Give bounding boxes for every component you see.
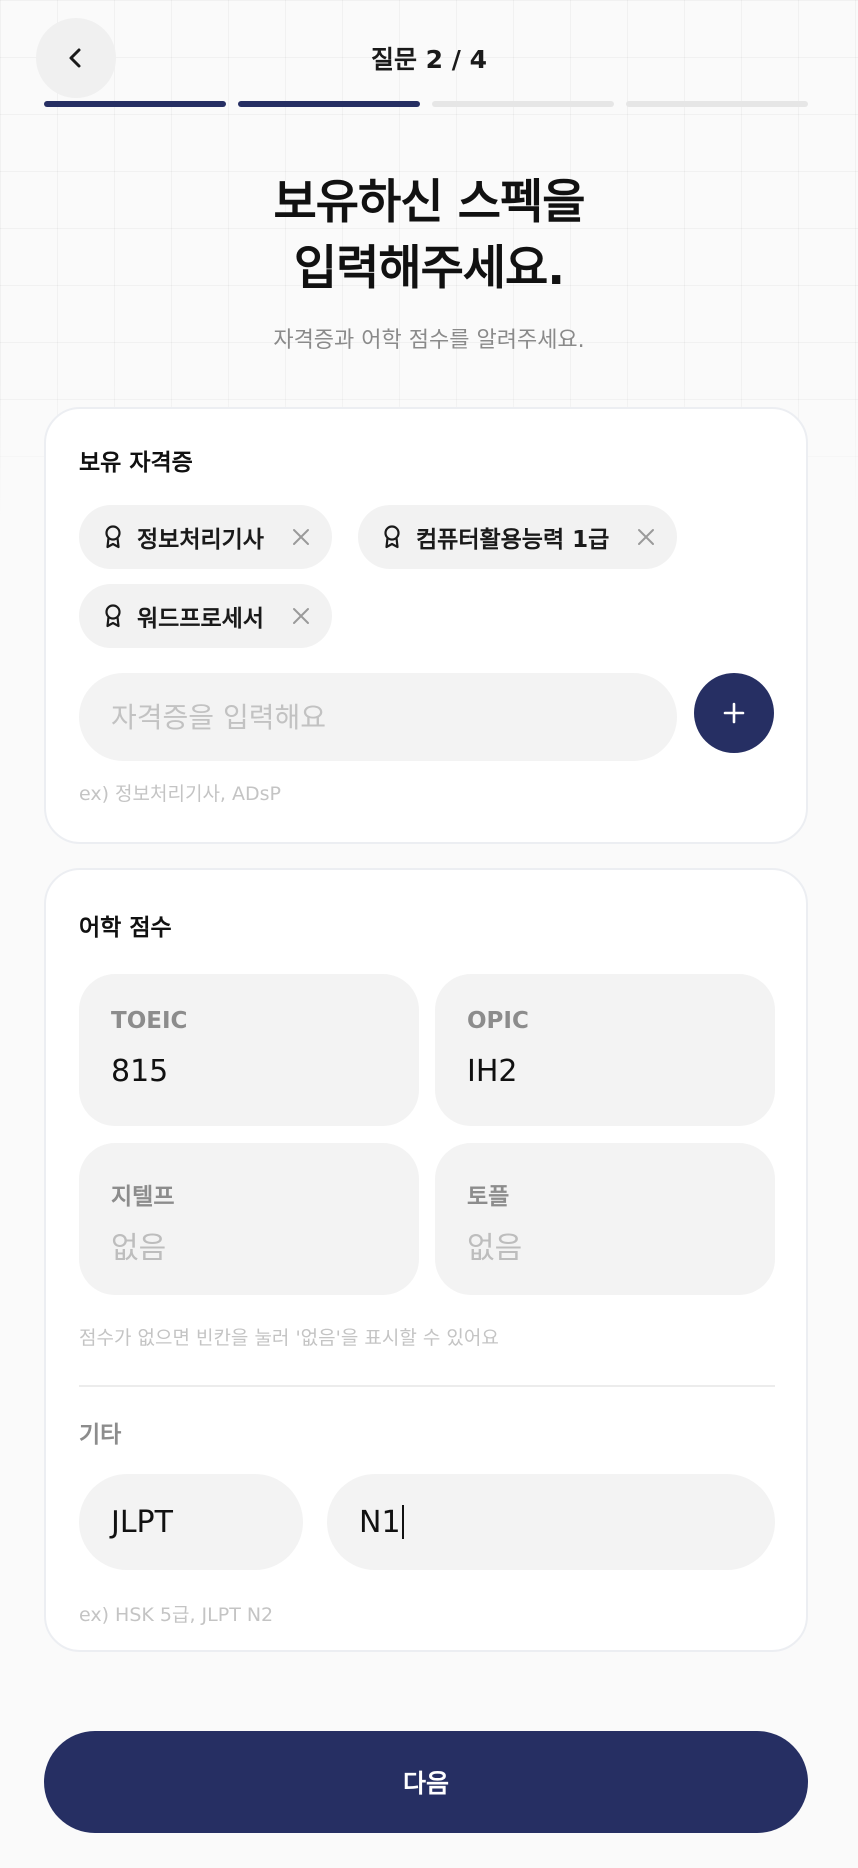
certificate-chip[interactable]: 컴퓨터활용능력 1급 xyxy=(358,505,678,569)
plus-icon xyxy=(723,702,745,724)
score-value: IH2 xyxy=(467,1054,518,1089)
close-icon xyxy=(292,608,309,624)
other-scores-title: 기타 xyxy=(79,1422,122,1448)
score-field-opic[interactable]: OPIC IH2 xyxy=(435,974,775,1126)
remove-certificate-button[interactable] xyxy=(292,607,310,625)
page-subtitle: 자격증과 어학 점수를 알려주세요. xyxy=(273,328,585,353)
certificate-chip-label: 워드프로세서 xyxy=(137,606,264,632)
other-test-score-input[interactable]: N1 xyxy=(327,1474,775,1570)
score-label: 토플 xyxy=(467,1184,510,1210)
score-field-gtelp[interactable]: 지텔프 없음 xyxy=(79,1143,419,1295)
progress-segment-1 xyxy=(44,101,226,107)
award-icon xyxy=(105,604,121,628)
progress-bar xyxy=(44,101,808,107)
page-title-line1: 보유하신 스펙을 xyxy=(273,175,585,230)
other-test-name-input[interactable]: JLPT xyxy=(79,1474,303,1570)
text-caret xyxy=(401,1505,404,1539)
certificate-hint: ex) 정보처리기사, ADsP xyxy=(79,783,281,805)
remove-certificate-button[interactable] xyxy=(637,528,655,546)
score-label: OPIC xyxy=(467,1008,529,1034)
score-value: 없음 xyxy=(111,1231,167,1266)
other-hint: ex) HSK 5급, JLPT N2 xyxy=(79,1604,274,1626)
divider xyxy=(79,1385,775,1387)
step-indicator: 질문 2 / 4 xyxy=(370,45,488,74)
other-test-name-value: JLPT xyxy=(111,1504,173,1540)
next-button[interactable]: 다음 xyxy=(44,1731,808,1833)
score-label: 지텔프 xyxy=(111,1184,175,1210)
language-scores-title: 어학 점수 xyxy=(79,915,172,941)
score-value: 815 xyxy=(111,1054,169,1089)
add-certificate-button[interactable] xyxy=(694,673,774,753)
score-label: TOEIC xyxy=(111,1008,188,1034)
score-hint: 점수가 없으면 빈칸을 눌러 '없음'을 표시할 수 있어요 xyxy=(79,1327,499,1349)
certificate-chip-label: 정보처리기사 xyxy=(137,527,264,553)
score-field-toeic[interactable]: TOEIC 815 xyxy=(79,974,419,1126)
close-icon xyxy=(638,529,655,545)
progress-segment-2 xyxy=(238,101,420,107)
award-icon xyxy=(105,525,121,549)
page-title: 보유하신 스펙을 입력해주세요. xyxy=(0,170,858,302)
score-field-toefl[interactable]: 토플 없음 xyxy=(435,1143,775,1295)
progress-segment-4 xyxy=(626,101,808,107)
other-test-score-value: N1 xyxy=(359,1504,401,1540)
certificate-input[interactable] xyxy=(79,673,677,761)
award-icon xyxy=(384,525,400,549)
remove-certificate-button[interactable] xyxy=(292,528,310,546)
certificate-chip-label: 컴퓨터활용능력 1급 xyxy=(416,527,610,553)
score-value: 없음 xyxy=(467,1231,523,1266)
certificate-chip[interactable]: 정보처리기사 xyxy=(79,505,332,569)
progress-segment-3 xyxy=(432,101,614,107)
certificates-card: 보유 자격증 정보처리기사 컴퓨터활용능력 1급 워드프로세서 자격증을 입력해… xyxy=(44,407,808,844)
certificate-chip[interactable]: 워드프로세서 xyxy=(79,584,332,648)
language-scores-card: 어학 점수 TOEIC 815 OPIC IH2 지텔프 없음 토플 없음 점수… xyxy=(44,868,808,1652)
certificates-title: 보유 자격증 xyxy=(79,450,193,476)
page-title-line2: 입력해주세요. xyxy=(293,241,565,296)
close-icon xyxy=(292,529,309,545)
